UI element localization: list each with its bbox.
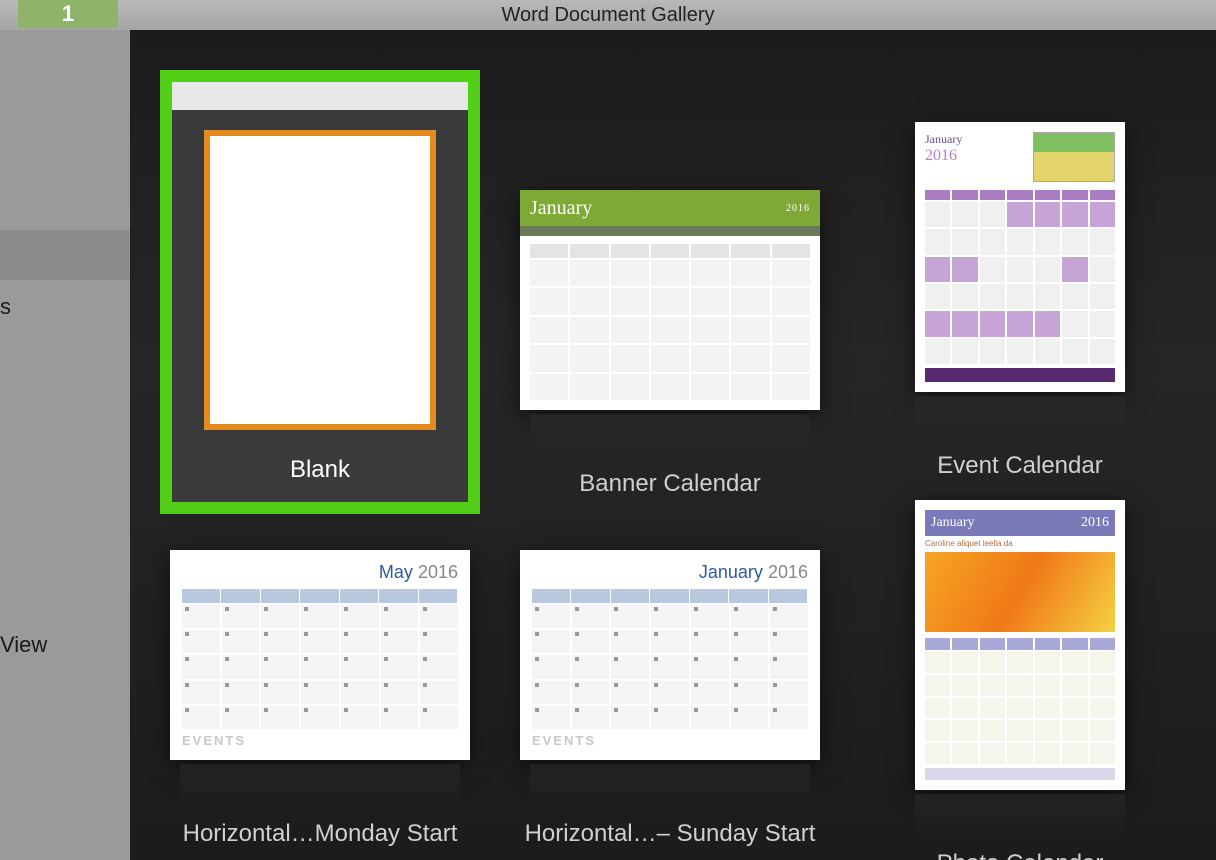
event-calendar-grid (925, 190, 1115, 364)
event-calendar-year: 2016 (925, 147, 962, 165)
template-blank[interactable]: Blank (160, 70, 480, 514)
template-photo-calendar[interactable]: January 2016 Caroline aliquet leella da (860, 550, 1180, 860)
sidebar-item-fragment-1[interactable]: s (0, 288, 130, 326)
thumb-reflection (915, 396, 1125, 436)
sidebar: s View (0, 30, 130, 860)
template-label: Photo Calendar (860, 850, 1180, 860)
template-label: Banner Calendar (510, 470, 830, 498)
photo-calendar-subtitle: Caroline aliquet leella da (925, 539, 1115, 548)
photo-calendar-thumb: January 2016 Caroline aliquet leella da (915, 500, 1125, 790)
template-horizontal-monday[interactable]: May 2016 EVENTS Horizontal…Monday Start (160, 550, 480, 860)
template-grid: Blank January 2016 (160, 70, 1186, 860)
template-gallery: Blank January 2016 (130, 30, 1216, 860)
photo-calendar-year: 2016 (1081, 515, 1109, 531)
hcal-monday-footer: EVENTS (182, 733, 458, 748)
event-calendar-thumb: January 2016 (915, 122, 1125, 392)
blank-thumb-page (204, 130, 436, 430)
window-titlebar: Word Document Gallery (0, 0, 1216, 30)
step-number-badge: 1 (18, 0, 118, 28)
thumb-reflection (530, 764, 810, 804)
photo-calendar-image (925, 552, 1115, 632)
sidebar-selected-row[interactable] (0, 230, 130, 280)
event-calendar-footer (925, 368, 1115, 382)
template-label: Horizontal…Monday Start (160, 820, 480, 848)
window-title: Word Document Gallery (501, 4, 714, 27)
hcal-monday-year: 2016 (418, 562, 458, 582)
template-label: Horizontal…– Sunday Start (510, 820, 830, 848)
horizontal-monday-thumb: May 2016 EVENTS (170, 550, 470, 760)
template-blank-thumb: Blank (160, 70, 480, 514)
template-banner-calendar[interactable]: January 2016 (510, 70, 830, 514)
hcal-monday-month: May (379, 562, 413, 582)
sidebar-item-fragment-2[interactable]: View (0, 626, 130, 664)
blank-thumb-chrome (172, 82, 468, 110)
hcal-sunday-footer: EVENTS (532, 733, 808, 748)
template-event-calendar[interactable]: January 2016 (860, 70, 1180, 514)
template-label: Blank (172, 456, 468, 484)
banner-calendar-year: 2016 (786, 203, 810, 214)
horizontal-sunday-thumb: January 2016 EVENTS (520, 550, 820, 760)
banner-calendar-grid (520, 236, 820, 410)
template-label: Event Calendar (860, 452, 1180, 480)
event-calendar-photo (1033, 132, 1115, 182)
template-horizontal-sunday[interactable]: January 2016 EVENTS Horizontal…– Sunday (510, 550, 830, 860)
thumb-reflection (530, 414, 810, 454)
hcal-sunday-year: 2016 (768, 562, 808, 582)
event-calendar-month: January (925, 132, 962, 147)
thumb-reflection (915, 794, 1125, 834)
photo-calendar-month: January (931, 515, 975, 531)
thumb-reflection (180, 764, 460, 804)
banner-calendar-month: January (530, 197, 592, 220)
banner-calendar-thumb: January 2016 (520, 190, 820, 410)
banner-calendar-header: January 2016 (520, 190, 820, 236)
step-number: 1 (62, 1, 74, 27)
hcal-sunday-month: January (699, 562, 763, 582)
